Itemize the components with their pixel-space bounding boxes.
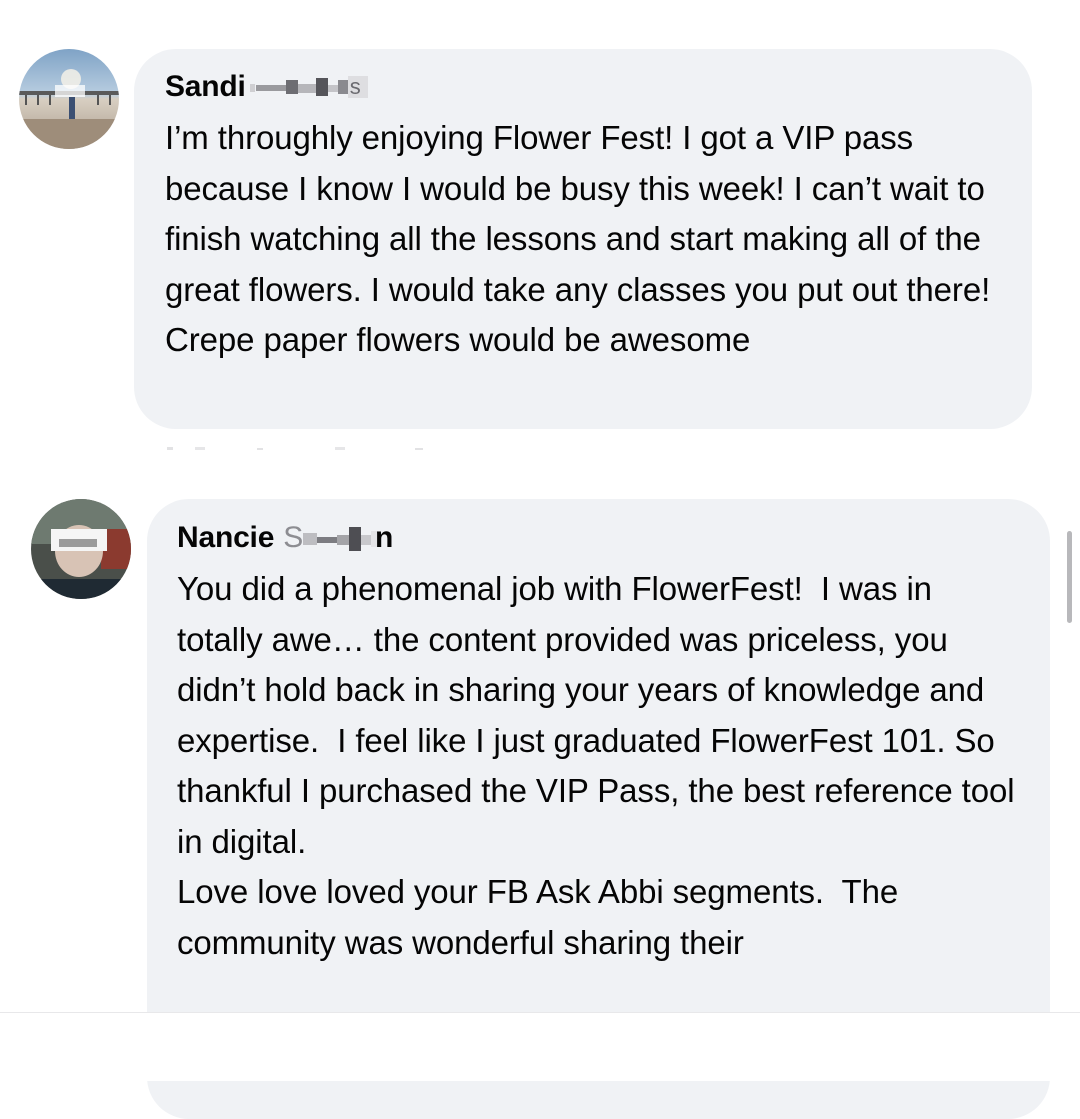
comment-text: I’m throughly enjoying Flower Fest! I go… xyxy=(165,119,1000,358)
author-name-suffix: s xyxy=(349,74,361,99)
person-photo-icon xyxy=(31,499,131,599)
beach-pier-photo-icon xyxy=(19,49,119,149)
bottom-bar xyxy=(0,1012,1080,1081)
comment-author[interactable]: Nancie S n xyxy=(177,520,1020,556)
comment-bubble: Sandi s I’m throughly enjoying Flower Fe… xyxy=(134,49,1032,429)
author-name-suffix: n xyxy=(375,521,394,554)
commenter-avatar[interactable] xyxy=(19,49,119,149)
author-name-prefix: S xyxy=(283,521,303,554)
author-name: Sandi xyxy=(165,70,246,103)
comment-author[interactable]: Sandi s xyxy=(165,69,1002,105)
commenter-avatar[interactable] xyxy=(31,499,131,599)
comment-text: You did a phenomenal job with FlowerFest… xyxy=(177,570,1015,961)
redacted-name-blur xyxy=(303,527,381,551)
scrollbar-thumb[interactable] xyxy=(1067,531,1072,623)
author-name: Nancie xyxy=(177,521,275,554)
faint-text-remnant xyxy=(165,440,435,450)
